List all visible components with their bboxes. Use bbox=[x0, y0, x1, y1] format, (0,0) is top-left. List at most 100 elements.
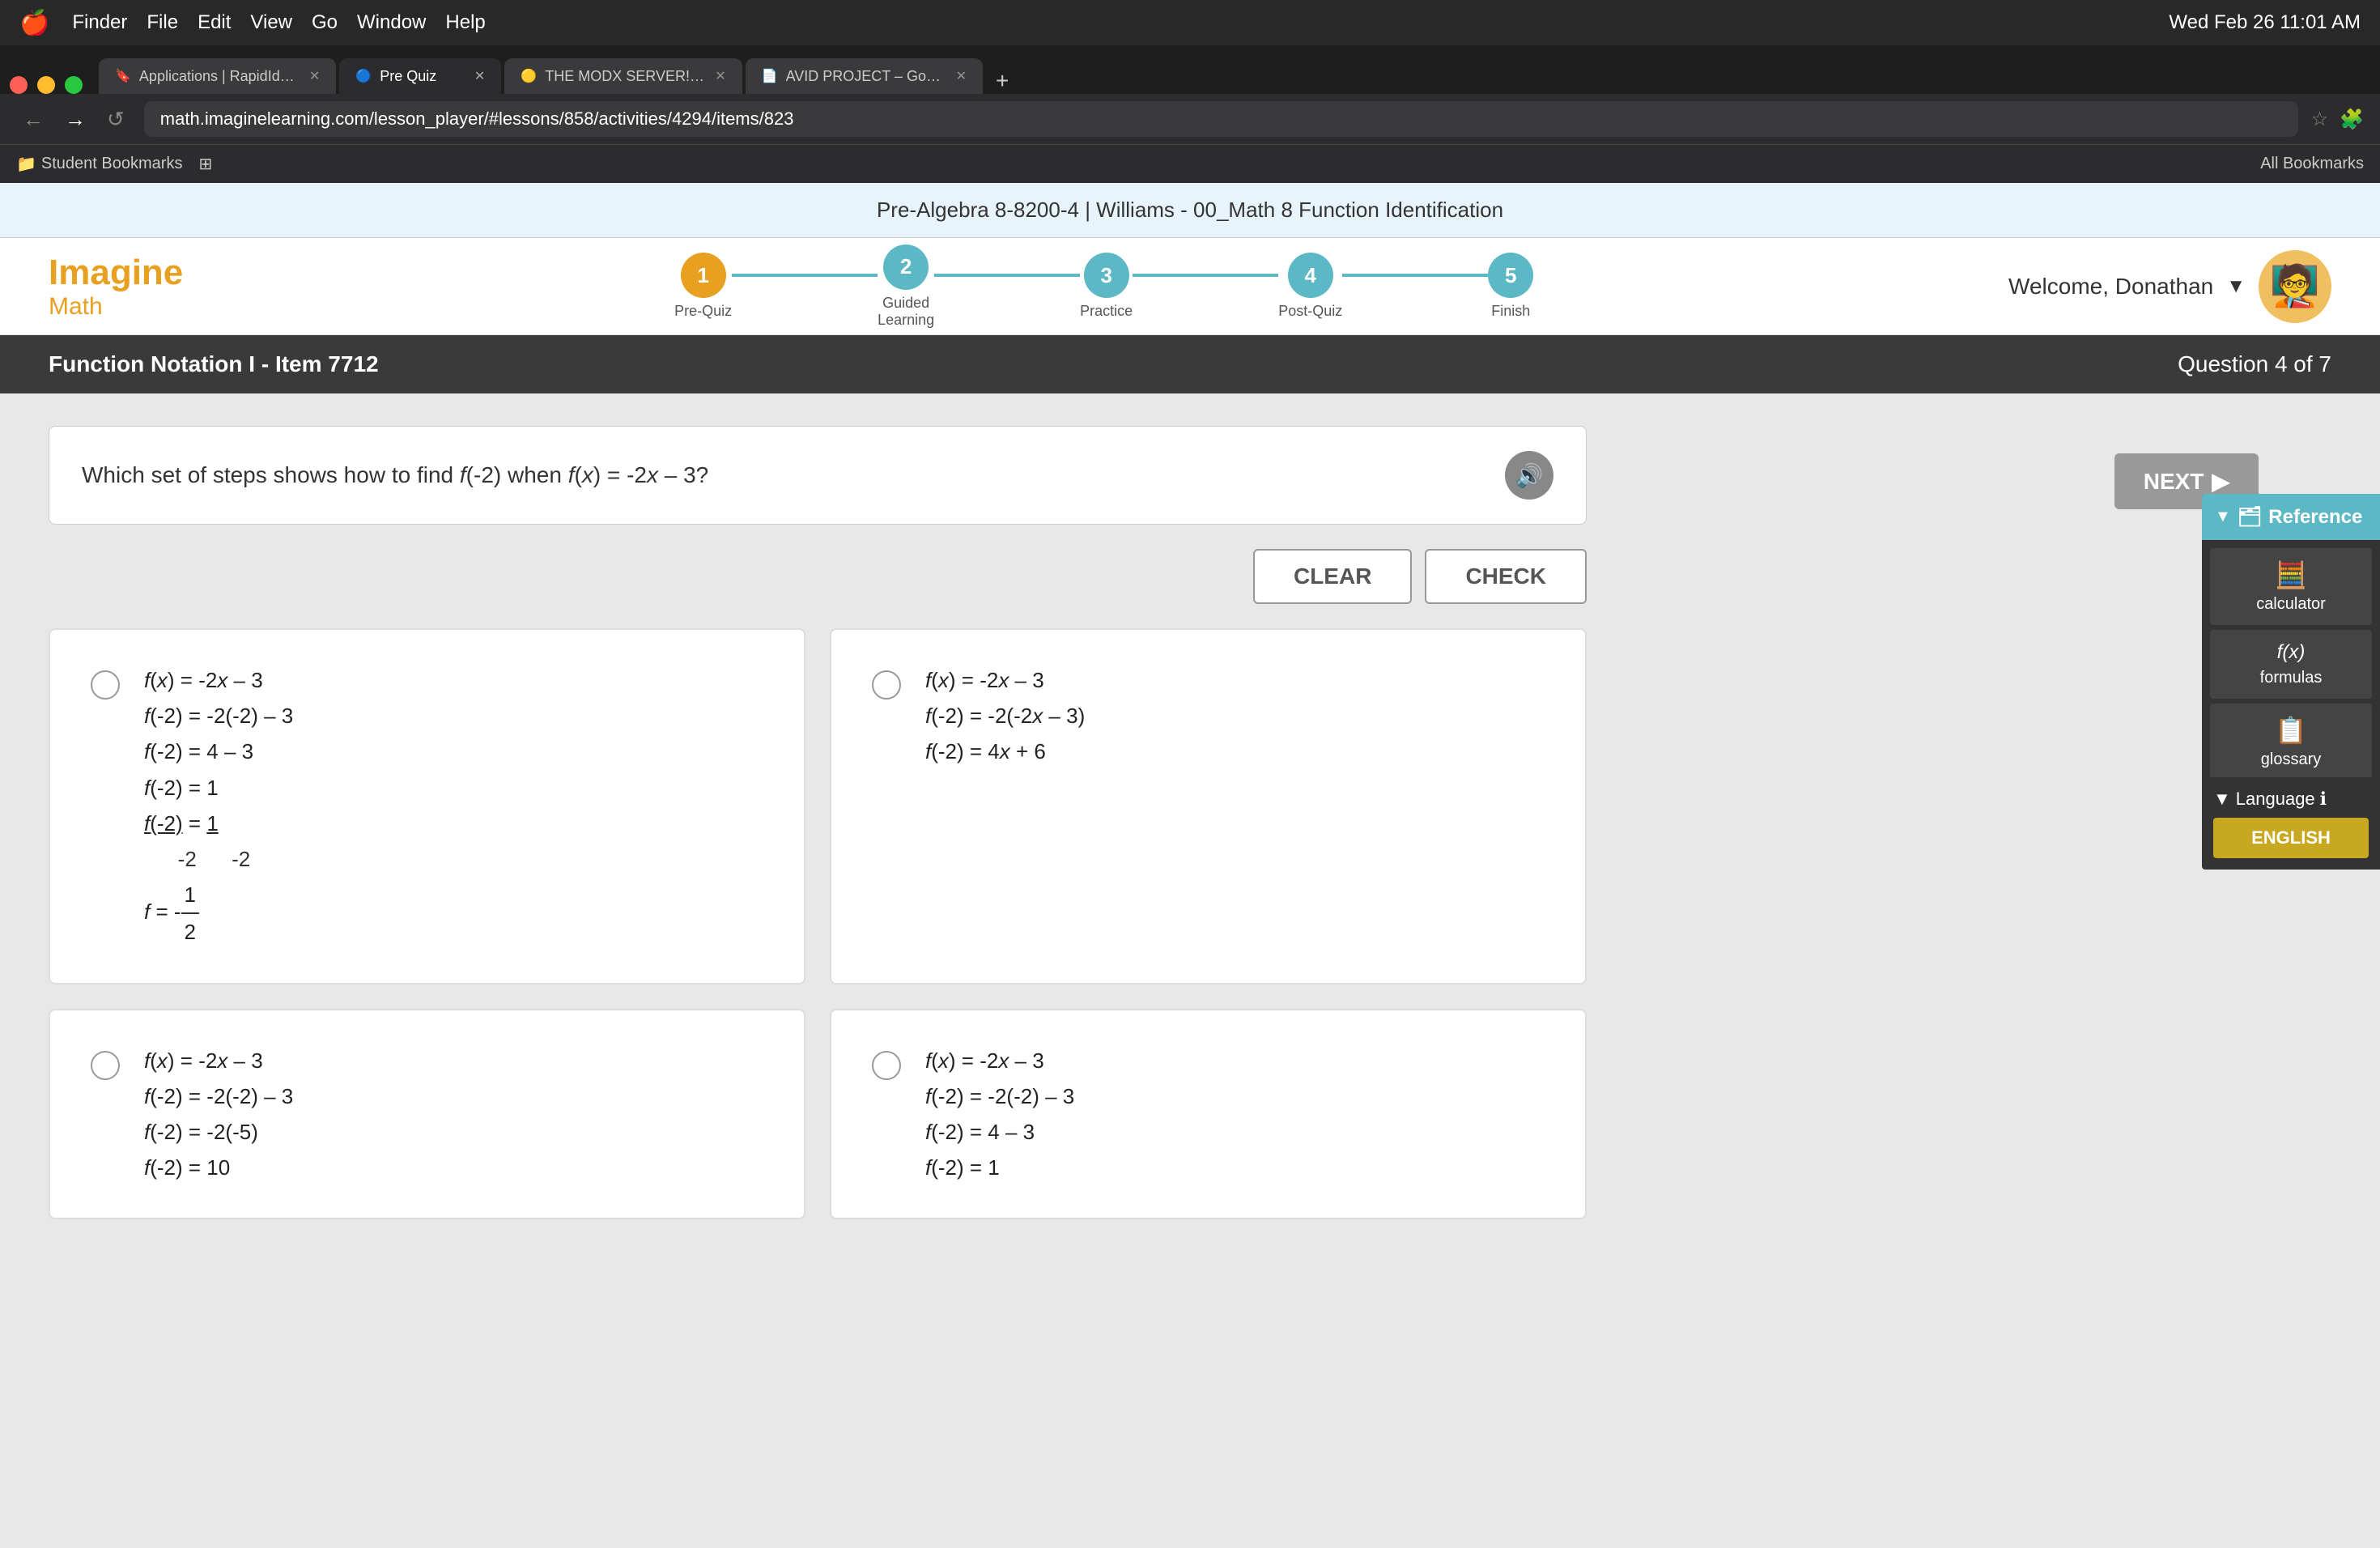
tab-avid[interactable]: 📄 AVID PROJECT – Google Doc... ✕ bbox=[746, 58, 983, 94]
view-menu[interactable]: View bbox=[250, 11, 292, 34]
language-button[interactable]: ENGLISH bbox=[2213, 818, 2369, 858]
progress-step-1[interactable]: 1 Pre-Quiz bbox=[674, 253, 732, 320]
step-circle-4: 4 bbox=[1288, 253, 1333, 298]
choice-radio-a[interactable] bbox=[91, 670, 120, 700]
glossary-item[interactable]: 📋 glossary bbox=[2210, 704, 2372, 780]
step-line-4-5 bbox=[1342, 274, 1488, 277]
choice-card-b: f(x) = -2x – 3 f(-2) = -2(-2x – 3) f(-2)… bbox=[830, 628, 1587, 985]
dropdown-icon[interactable]: ▼ bbox=[2226, 275, 2246, 298]
window-menu[interactable]: Window bbox=[357, 11, 426, 34]
tab-bar: 🔖 Applications | RapidIdentity ✕ 🔵 Pre Q… bbox=[0, 45, 2380, 94]
step-label-5: Finish bbox=[1491, 303, 1530, 320]
file-menu[interactable]: File bbox=[147, 11, 178, 34]
progress-step-5[interactable]: 5 Finish bbox=[1488, 253, 1533, 320]
choices-grid: f(x) = -2x – 3 f(-2) = -2(-2) – 3 f(-2) … bbox=[49, 628, 1587, 1219]
reload-button[interactable]: ↺ bbox=[100, 104, 131, 135]
next-arrow-icon: ▶ bbox=[2212, 468, 2229, 495]
browser-chrome: 🔖 Applications | RapidIdentity ✕ 🔵 Pre Q… bbox=[0, 45, 2380, 183]
progress-step-3[interactable]: 3 Practice bbox=[1080, 253, 1133, 320]
formulas-item[interactable]: f(x) formulas bbox=[2210, 630, 2372, 699]
menu-items: Finder File Edit View Go Window Help bbox=[72, 11, 485, 34]
step-line-3-4 bbox=[1133, 274, 1278, 277]
language-header: ▼ Language ℹ bbox=[2213, 789, 2369, 810]
clear-button[interactable]: CLEAR bbox=[1253, 549, 1412, 604]
question-text: Which set of steps shows how to find f(-… bbox=[82, 462, 708, 488]
go-menu[interactable]: Go bbox=[312, 11, 338, 34]
new-tab-button[interactable]: + bbox=[986, 68, 1018, 94]
choice-card-d: f(x) = -2x – 3 f(-2) = -2(-2) – 3 f(-2) … bbox=[830, 1009, 1587, 1220]
traffic-lights bbox=[10, 76, 83, 94]
finder-menu[interactable]: Finder bbox=[72, 11, 127, 34]
language-label: Language bbox=[2236, 789, 2315, 810]
tab-favicon-1: 🔖 bbox=[115, 68, 131, 84]
banner-text: Pre-Algebra 8-8200-4 | Williams - 00_Mat… bbox=[877, 198, 1503, 222]
choice-radio-d[interactable] bbox=[872, 1051, 901, 1080]
step-line-2-3 bbox=[934, 274, 1080, 277]
lesson-header: Imagine Math 1 Pre-Quiz 2 Guided Learnin… bbox=[0, 238, 2380, 335]
calculator-icon: 🧮 bbox=[2218, 559, 2364, 590]
apple-icon[interactable]: 🍎 bbox=[19, 9, 49, 37]
step-label-3: Practice bbox=[1080, 303, 1133, 320]
step-circle-5: 5 bbox=[1488, 253, 1533, 298]
edit-menu[interactable]: Edit bbox=[198, 11, 231, 34]
formulas-label: formulas bbox=[2260, 669, 2323, 687]
progress-step-4[interactable]: 4 Post-Quiz bbox=[1278, 253, 1342, 320]
tab-modx[interactable]: 🟡 THE MODX SERVER! o-O ... ✕ bbox=[504, 58, 742, 94]
welcome-text: Welcome, Donathan bbox=[2008, 274, 2213, 300]
tab-prequiz[interactable]: 🔵 Pre Quiz ✕ bbox=[339, 58, 501, 94]
bookmark-icon[interactable]: ☆ bbox=[2311, 108, 2329, 131]
tab-favicon-2: 🔵 bbox=[355, 68, 372, 84]
user-area: Welcome, Donathan ▼ 🧑‍🏫 bbox=[2008, 250, 2331, 323]
reference-label: Reference bbox=[2268, 506, 2362, 529]
step-line-1-2 bbox=[732, 274, 878, 277]
next-label: NEXT bbox=[2144, 469, 2204, 495]
tab-label-2: Pre Quiz bbox=[380, 68, 436, 85]
minimize-button[interactable] bbox=[37, 76, 55, 94]
close-button[interactable] bbox=[10, 76, 28, 94]
tab-close-3[interactable]: ✕ bbox=[715, 68, 725, 84]
reference-header[interactable]: ▼ 🗂 Reference bbox=[2202, 494, 2380, 540]
forward-button[interactable]: → bbox=[58, 104, 92, 135]
tab-applications[interactable]: 🔖 Applications | RapidIdentity ✕ bbox=[99, 58, 336, 94]
step-circle-1: 1 bbox=[681, 253, 726, 298]
bookmark-grid[interactable]: ⊞ bbox=[198, 154, 212, 174]
step-label-2: Guided Learning bbox=[878, 295, 934, 329]
address-bar-row: ← → ↺ ☆ 🧩 bbox=[0, 94, 2380, 144]
choice-card-c: f(x) = -2x – 3 f(-2) = -2(-2) – 3 f(-2) … bbox=[49, 1009, 805, 1220]
all-bookmarks[interactable]: All Bookmarks bbox=[2260, 155, 2364, 173]
question-bar: Function Notation I - Item 7712 Question… bbox=[0, 335, 2380, 393]
choice-radio-c[interactable] bbox=[91, 1051, 120, 1080]
extensions-icon[interactable]: 🧩 bbox=[2340, 108, 2364, 131]
bookmark-student[interactable]: 📁 Student Bookmarks bbox=[16, 154, 182, 174]
tab-close-2[interactable]: ✕ bbox=[474, 68, 485, 84]
language-collapse-icon[interactable]: ▼ bbox=[2213, 789, 2231, 810]
choice-card-a: f(x) = -2x – 3 f(-2) = -2(-2) – 3 f(-2) … bbox=[49, 628, 805, 985]
help-menu[interactable]: Help bbox=[445, 11, 485, 34]
tab-label-1: Applications | RapidIdentity bbox=[139, 68, 301, 85]
reference-items: 🧮 calculator f(x) formulas 📋 glossary bbox=[2202, 540, 2380, 789]
tab-favicon-3: 🟡 bbox=[521, 68, 537, 84]
audio-button[interactable]: 🔊 bbox=[1505, 451, 1553, 500]
address-input[interactable] bbox=[144, 101, 2298, 137]
question-box: Which set of steps shows how to find f(-… bbox=[49, 426, 1587, 525]
page-banner: Pre-Algebra 8-8200-4 | Williams - 00_Mat… bbox=[0, 183, 2380, 238]
choice-content-a: f(x) = -2x – 3 f(-2) = -2(-2) – 3 f(-2) … bbox=[144, 662, 293, 950]
check-button[interactable]: CHECK bbox=[1425, 549, 1587, 604]
tab-close-1[interactable]: ✕ bbox=[309, 68, 320, 84]
glossary-icon: 📋 bbox=[2218, 715, 2364, 746]
choice-content-c: f(x) = -2x – 3 f(-2) = -2(-2) – 3 f(-2) … bbox=[144, 1043, 293, 1186]
progress-bar: 1 Pre-Quiz 2 Guided Learning 3 Practice … bbox=[232, 245, 1976, 329]
reference-icon: 🗂 bbox=[2238, 505, 2262, 529]
tab-favicon-4: 📄 bbox=[762, 68, 778, 84]
choice-radio-b[interactable] bbox=[872, 670, 901, 700]
progress-step-2[interactable]: 2 Guided Learning bbox=[878, 245, 934, 329]
fullscreen-button[interactable] bbox=[65, 76, 83, 94]
back-button[interactable]: ← bbox=[16, 104, 50, 135]
reference-collapse-icon[interactable]: ▼ bbox=[2215, 508, 2231, 526]
calculator-item[interactable]: 🧮 calculator bbox=[2210, 548, 2372, 625]
main-content: Which set of steps shows how to find f(-… bbox=[0, 393, 2380, 1527]
mac-menubar: 🍎 Finder File Edit View Go Window Help W… bbox=[0, 0, 2380, 45]
bookmarks-bar: 📁 Student Bookmarks ⊞ All Bookmarks bbox=[0, 144, 2380, 183]
language-info-icon[interactable]: ℹ bbox=[2320, 789, 2327, 810]
tab-close-4[interactable]: ✕ bbox=[956, 68, 967, 84]
